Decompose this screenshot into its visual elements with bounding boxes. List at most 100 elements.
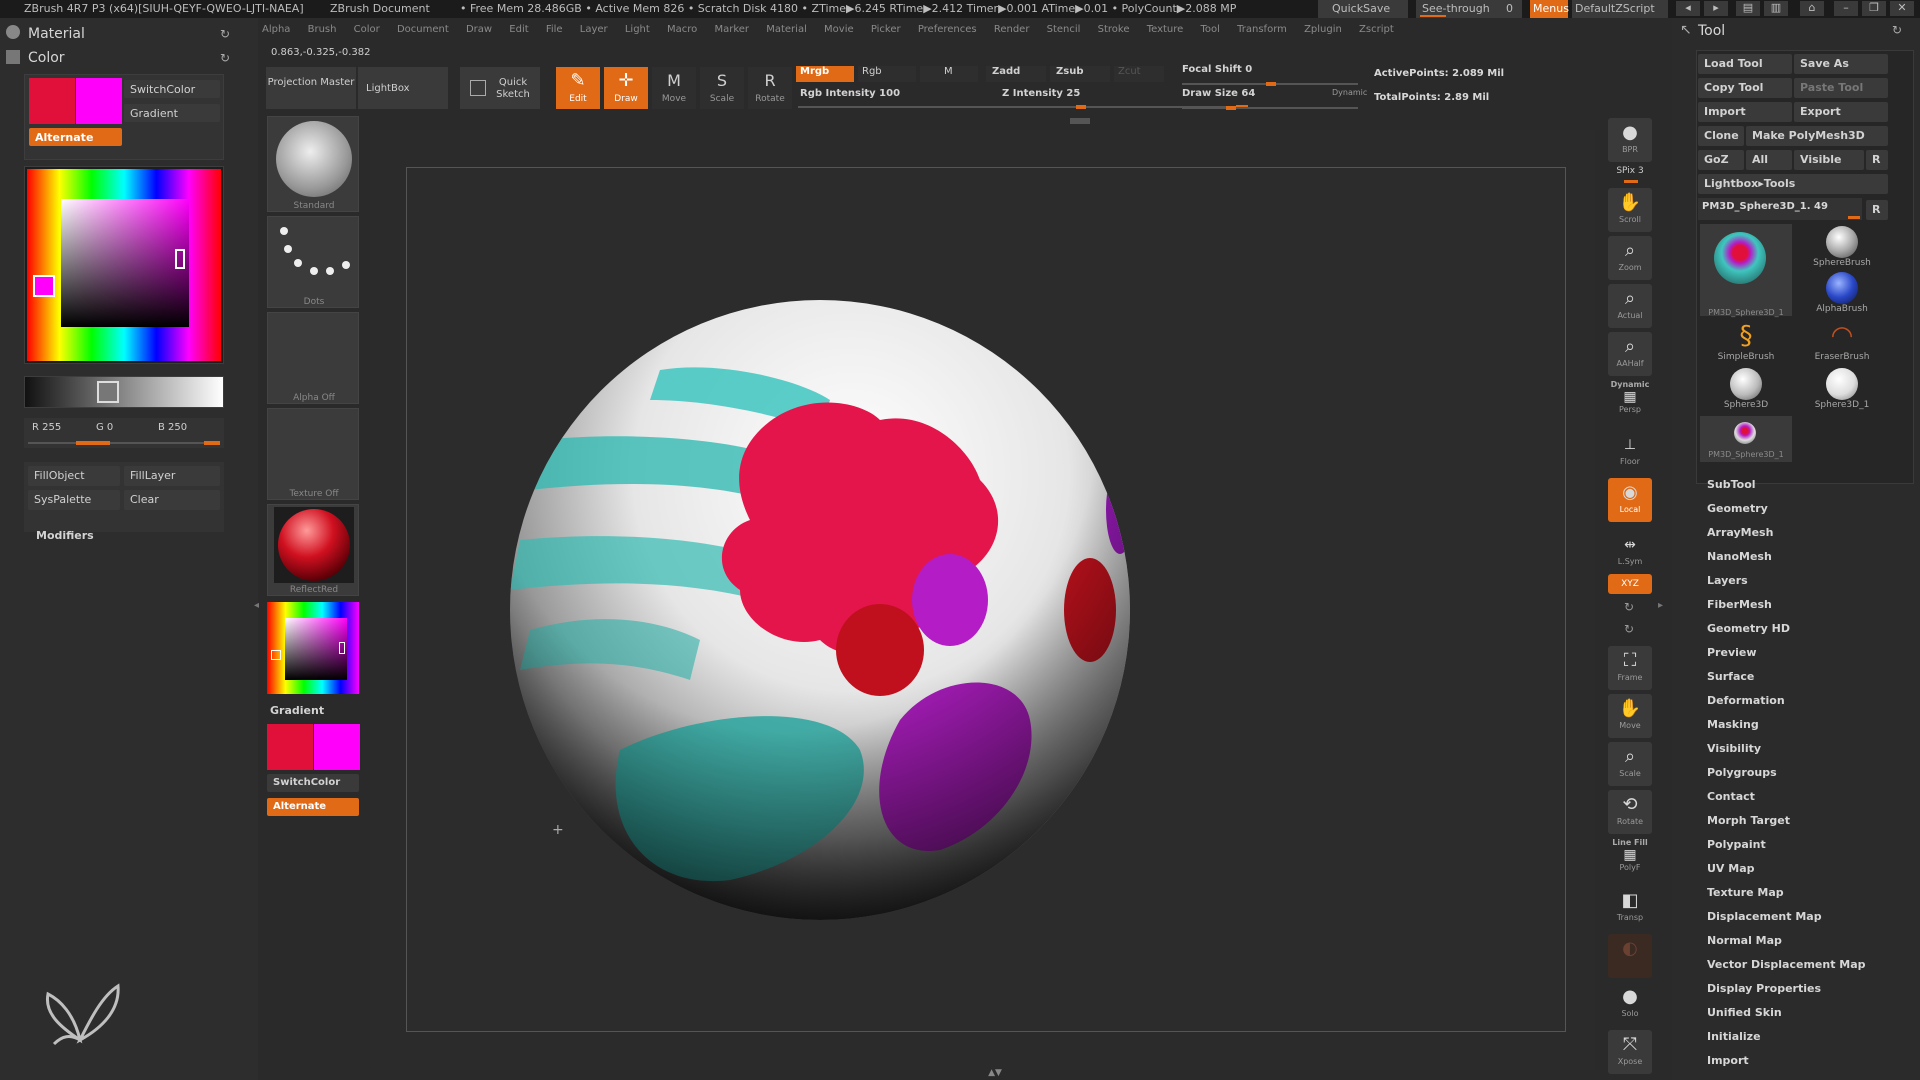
lock-icon[interactable]: ⌂ — [1800, 1, 1824, 16]
tool-thumb-alphabrush[interactable]: AlphaBrush — [1798, 272, 1886, 314]
menu-brush[interactable]: Brush — [308, 24, 337, 35]
tool-pin-icon[interactable]: ↖ — [1680, 22, 1692, 38]
grayscale-slider[interactable] — [24, 376, 224, 408]
tool-thumb-simplebrush[interactable]: § SimpleBrush — [1702, 320, 1790, 362]
menu-tool[interactable]: Tool — [1201, 24, 1220, 35]
menu-marker[interactable]: Marker — [714, 24, 749, 35]
texture-off-button[interactable]: Texture Off — [267, 408, 359, 500]
switchcolor-button[interactable]: SwitchColor — [124, 80, 220, 98]
menu-file[interactable]: File — [546, 24, 563, 35]
vector-displacement-map-section[interactable]: Vector Displacement Map — [1707, 958, 1866, 971]
projection-master-button[interactable]: Projection Master — [266, 67, 356, 109]
filllayer-button[interactable]: FillLayer — [124, 466, 220, 486]
shelf-hue-marker[interactable] — [271, 650, 281, 660]
color-marker[interactable] — [175, 249, 185, 269]
load-tool-button[interactable]: Load Tool — [1698, 54, 1792, 74]
grayscale-handle[interactable] — [97, 381, 119, 403]
actual-button[interactable]: ⌕ Actual — [1608, 284, 1652, 328]
draw-button[interactable]: ✛ Draw — [604, 67, 648, 109]
left-tray-toggle-icon[interactable]: ◂ — [254, 600, 260, 614]
scroll-left-icon[interactable]: ◂ — [1676, 1, 1700, 16]
bpr-button[interactable]: ● BPR — [1608, 118, 1652, 162]
unified-skin-section[interactable]: Unified Skin — [1707, 1006, 1782, 1019]
surface-section[interactable]: Surface — [1707, 670, 1754, 683]
seethrough-slider[interactable]: See-through 0 — [1416, 0, 1522, 18]
shelf-secondary-color-swatch[interactable] — [314, 724, 360, 770]
solo-button[interactable]: ● Solo — [1608, 982, 1652, 1026]
quicksave-button[interactable]: QuickSave — [1318, 0, 1408, 18]
move-view-button[interactable]: ✋ Move — [1608, 694, 1652, 738]
g-handle[interactable] — [96, 441, 110, 445]
polypaint-section[interactable]: Polypaint — [1707, 838, 1766, 851]
floor-button[interactable]: ⊥ Floor — [1608, 430, 1652, 474]
tool-thumb-spherebrush[interactable]: SphereBrush — [1798, 226, 1886, 268]
draw-size-slider[interactable]: Draw Size 64 — [1182, 88, 1255, 99]
fillobject-button[interactable]: FillObject — [28, 466, 120, 486]
masking-section[interactable]: Masking — [1707, 718, 1759, 731]
paste-tool-button[interactable]: Paste Tool — [1794, 78, 1888, 98]
menu-light[interactable]: Light — [625, 24, 650, 35]
menus-button[interactable]: Menus — [1530, 0, 1569, 18]
menu-texture[interactable]: Texture — [1147, 24, 1184, 35]
color-picker[interactable] — [24, 166, 224, 364]
rgb-sliders[interactable]: R 255 G 0 B 250 — [24, 418, 224, 448]
persp-button[interactable]: Dynamic ▦ Persp — [1608, 380, 1652, 424]
mrgb-button[interactable]: Mrgb — [796, 66, 854, 82]
refresh-icon[interactable]: ↻ — [220, 51, 230, 65]
m-button[interactable]: M — [920, 66, 978, 82]
tool-thumb-current[interactable]: PM3D_Sphere3D_1 — [1700, 224, 1792, 317]
lightbox-tools-button[interactable]: Lightbox▸Tools — [1698, 174, 1888, 194]
tool-thumb-pm3d-small[interactable]: PM3D_Sphere3D_1 — [1700, 416, 1792, 462]
shelf-sv-square[interactable] — [285, 618, 347, 680]
polygroups-section[interactable]: Polygroups — [1707, 766, 1777, 779]
spix-slider[interactable]: SPix 3 — [1608, 166, 1652, 183]
display-properties-section[interactable]: Display Properties — [1707, 982, 1821, 995]
morph-target-section[interactable]: Morph Target — [1707, 814, 1790, 827]
maximize-icon[interactable]: ❐ — [1862, 1, 1886, 16]
refresh-icon[interactable]: ↻ — [1892, 23, 1902, 37]
texture-map-section[interactable]: Texture Map — [1707, 886, 1784, 899]
rotate-view-button[interactable]: ⟲ Rotate — [1608, 790, 1652, 834]
zcut-button[interactable]: Zcut — [1114, 66, 1164, 82]
toolbar-scroll-handle[interactable] — [1070, 118, 1090, 124]
deformation-section[interactable]: Deformation — [1707, 694, 1785, 707]
goz-button[interactable]: GoZ — [1698, 150, 1744, 170]
menu-stroke[interactable]: Stroke — [1098, 24, 1130, 35]
layout-icon[interactable]: ▤ — [1736, 1, 1760, 16]
focal-shift-handle[interactable] — [1266, 82, 1276, 86]
shelf-alternate-button[interactable]: Alternate — [267, 798, 359, 816]
goz-r-button[interactable]: R — [1866, 150, 1888, 170]
geometry-hd-section[interactable]: Geometry HD — [1707, 622, 1790, 635]
rgb-button[interactable]: Rgb — [858, 66, 916, 82]
clone-button[interactable]: Clone — [1698, 126, 1744, 146]
export-button[interactable]: Export — [1794, 102, 1888, 122]
menu-macro[interactable]: Macro — [667, 24, 697, 35]
scale-view-button[interactable]: ⌕ Scale — [1608, 742, 1652, 786]
menu-preferences[interactable]: Preferences — [918, 24, 977, 35]
fibermesh-section[interactable]: FiberMesh — [1707, 598, 1772, 611]
clear-button[interactable]: Clear — [124, 490, 220, 510]
rgb-intensity-slider[interactable]: Rgb Intensity 100 — [800, 88, 900, 99]
menu-edit[interactable]: Edit — [509, 24, 528, 35]
modifiers-label[interactable]: Modifiers — [36, 529, 94, 542]
b-handle[interactable] — [204, 441, 220, 445]
subtool-section[interactable]: SubTool — [1707, 478, 1756, 491]
lightbox-button[interactable]: LightBox — [358, 67, 448, 109]
rotate-button[interactable]: R Rotate — [748, 67, 792, 109]
edit-button[interactable]: ✎ Edit — [556, 67, 600, 109]
transp-button[interactable]: ◧ Transp — [1608, 886, 1652, 930]
menu-layer[interactable]: Layer — [580, 24, 608, 35]
menu-material[interactable]: Material — [766, 24, 807, 35]
menu-color[interactable]: Color — [354, 24, 380, 35]
scroll-right-icon[interactable]: ▸ — [1704, 1, 1728, 16]
zadd-button[interactable]: Zadd — [986, 66, 1046, 82]
material-palette-header[interactable]: Material ↻ — [0, 23, 230, 45]
gradient-button[interactable]: Gradient — [124, 104, 220, 122]
main-color-swatch[interactable] — [29, 78, 75, 124]
alternate-button[interactable]: Alternate — [29, 128, 122, 146]
preview-section[interactable]: Preview — [1707, 646, 1757, 659]
alpha-off-button[interactable]: Alpha Off — [267, 312, 359, 404]
bottom-expand-icon[interactable]: ▲▼ — [975, 1068, 1015, 1080]
xyz-button[interactable]: XYZ — [1608, 574, 1652, 594]
color-palette-header[interactable]: Color ↻ — [0, 47, 230, 69]
